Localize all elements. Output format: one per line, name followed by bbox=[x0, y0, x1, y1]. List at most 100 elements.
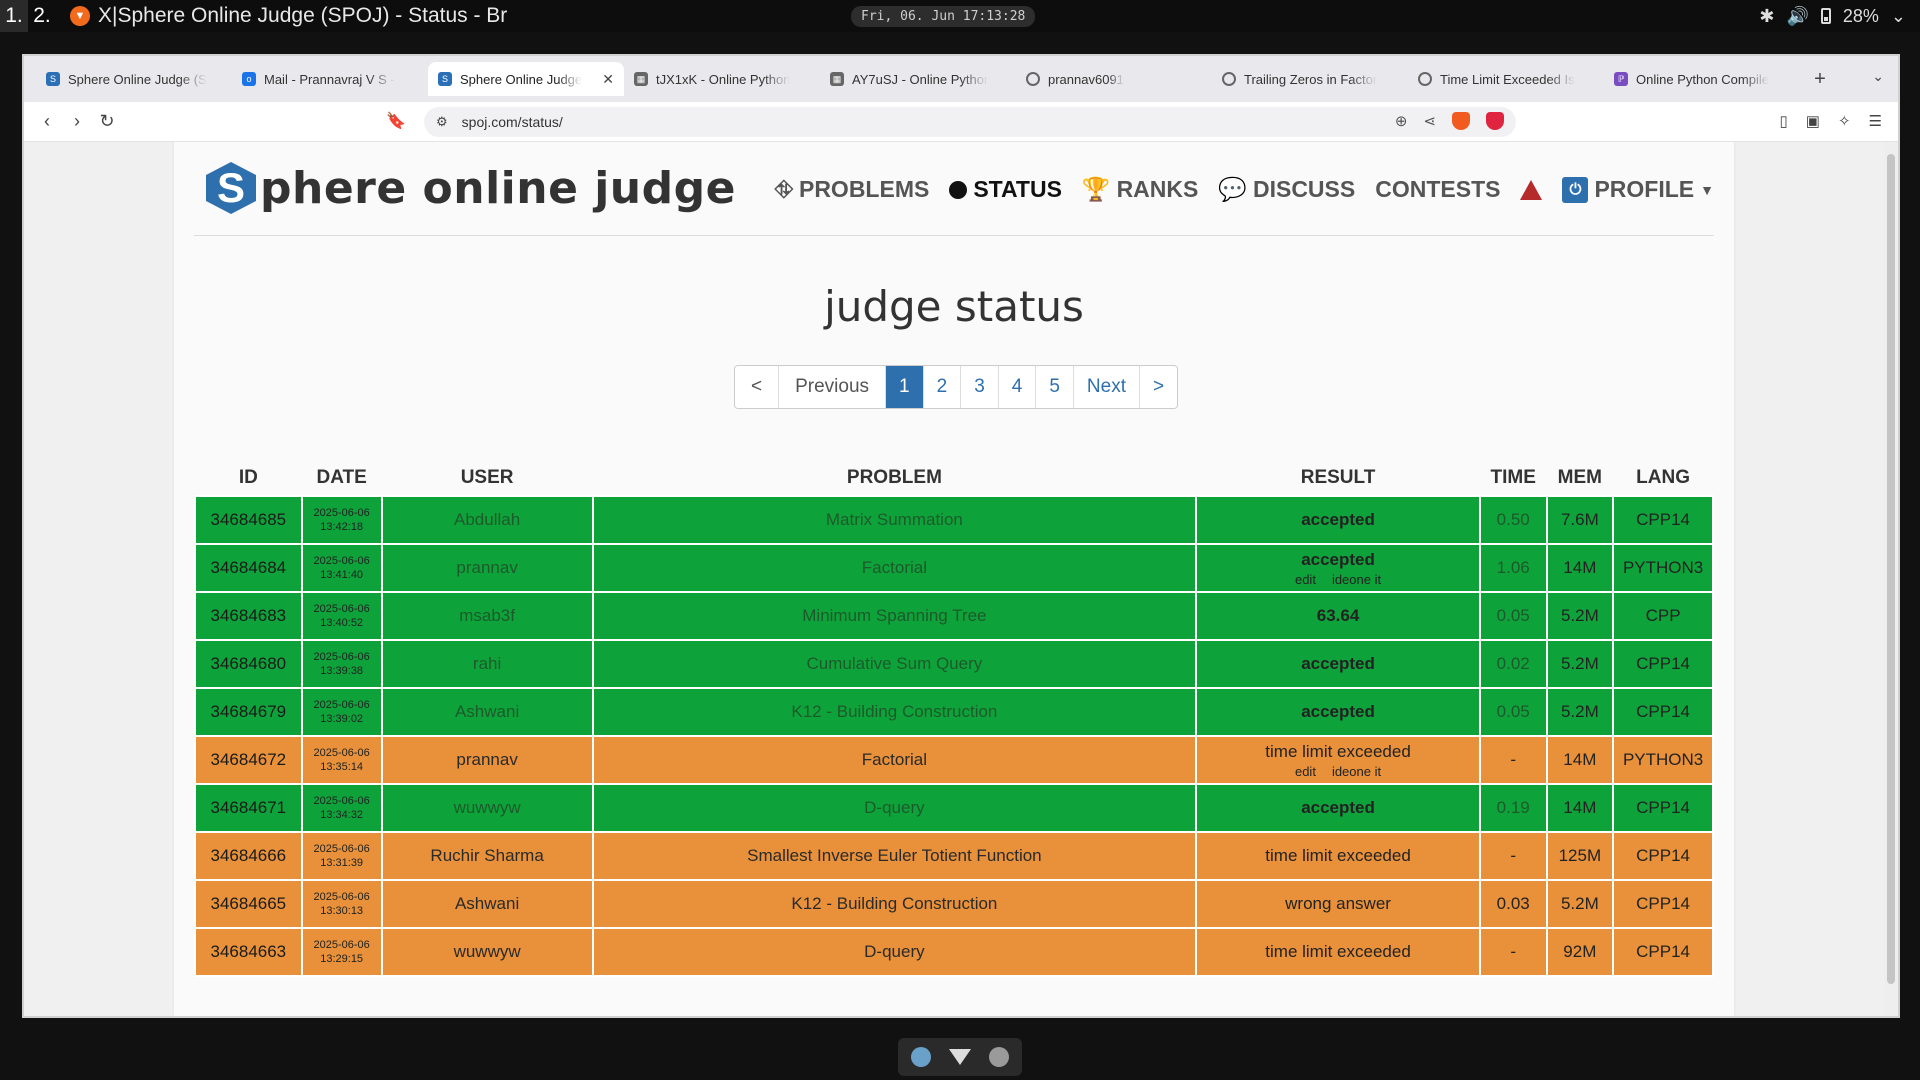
page-1[interactable]: 1 bbox=[886, 366, 924, 408]
settings-icon[interactable]: ✱ bbox=[1759, 6, 1774, 27]
forward-icon[interactable]: › bbox=[62, 107, 92, 137]
address-bar[interactable]: ⚙ spoj.com/status/ ⊕ ⋖ bbox=[424, 107, 1516, 137]
submission-user[interactable]: wuwwyw bbox=[380, 783, 594, 833]
nav-discuss[interactable]: 💬 DISCUSS bbox=[1218, 176, 1355, 203]
wallet-icon[interactable]: ▣ bbox=[1806, 112, 1820, 130]
circle-icon bbox=[949, 180, 968, 199]
submission-user[interactable]: Ashwani bbox=[380, 687, 594, 737]
submission-id[interactable]: 34684684 bbox=[194, 543, 303, 593]
submission-problem[interactable]: Factorial bbox=[591, 735, 1198, 785]
page-3[interactable]: 3 bbox=[961, 366, 999, 408]
tab-mail[interactable]: o Mail - Prannavraj V S - bbox=[232, 62, 428, 96]
nav-contests[interactable]: CONTESTS bbox=[1375, 176, 1500, 203]
edit-link[interactable]: edit bbox=[1295, 572, 1316, 587]
submission-id[interactable]: 34684679 bbox=[194, 687, 303, 737]
submission-problem[interactable]: D-query bbox=[591, 927, 1198, 977]
tab-list-chevron-icon[interactable]: ⌄ bbox=[1872, 68, 1884, 85]
close-icon[interactable]: ✕ bbox=[602, 71, 614, 88]
submission-result: time limit exceeded bbox=[1195, 831, 1481, 881]
submission-id[interactable]: 34684665 bbox=[194, 879, 303, 929]
submission-id[interactable]: 34684683 bbox=[194, 591, 303, 641]
page-last[interactable]: > bbox=[1140, 366, 1177, 408]
submission-id[interactable]: 34684685 bbox=[194, 495, 303, 545]
page-first[interactable]: < bbox=[735, 366, 780, 408]
submission-lang: CPP14 bbox=[1612, 687, 1714, 737]
result-text: wrong answer bbox=[1285, 894, 1391, 913]
nav-status[interactable]: STATUS bbox=[949, 176, 1062, 203]
ideone-link[interactable]: ideone it bbox=[1332, 572, 1381, 587]
page-2[interactable]: 2 bbox=[924, 366, 962, 408]
page-previous[interactable]: Previous bbox=[779, 366, 887, 408]
submission-date: 2025-06-06 13:42:18 bbox=[300, 495, 383, 545]
submission-id[interactable]: 34684663 bbox=[194, 927, 303, 977]
page-next[interactable]: Next bbox=[1074, 366, 1140, 408]
submission-problem[interactable]: D-query bbox=[591, 783, 1198, 833]
workspace-2[interactable]: 2. bbox=[28, 0, 56, 32]
submission-problem[interactable]: K12 - Building Construction bbox=[591, 687, 1198, 737]
volume-icon[interactable]: 🔊 bbox=[1786, 6, 1808, 27]
nav-problems[interactable]: ⛗ PROBLEMS bbox=[775, 176, 930, 203]
tab-ideone-1[interactable]: ▦ tJX1xK - Online Python bbox=[624, 62, 820, 96]
nav-ranks[interactable]: 🏆 RANKS bbox=[1082, 176, 1198, 203]
submission-user[interactable]: rahi bbox=[380, 639, 594, 689]
ideone-link[interactable]: ideone it bbox=[1332, 764, 1381, 779]
tab-label: Online Python Compile bbox=[1636, 71, 1769, 87]
page-4[interactable]: 4 bbox=[999, 366, 1037, 408]
share-icon[interactable]: ⋖ bbox=[1423, 112, 1436, 130]
date-day: 2025-06-06 bbox=[313, 939, 370, 951]
reload-icon[interactable]: ↻ bbox=[92, 107, 122, 137]
brave-rewards-icon[interactable] bbox=[1486, 112, 1504, 130]
submission-user[interactable]: prannav bbox=[380, 735, 594, 785]
status-table: ID DATE USER PROBLEM RESULT TIME MEM LAN… bbox=[194, 460, 1714, 977]
tab-trailing-zeros[interactable]: Trailing Zeros in Factor bbox=[1212, 62, 1408, 96]
tab-python-compiler[interactable]: ℙ Online Python Compile bbox=[1604, 62, 1800, 96]
submission-problem[interactable]: Matrix Summation bbox=[591, 495, 1198, 545]
back-icon[interactable]: ‹ bbox=[32, 107, 62, 137]
submission-problem[interactable]: Cumulative Sum Query bbox=[591, 639, 1198, 689]
sidebar-icon[interactable]: ▯ bbox=[1780, 112, 1788, 130]
submission-id[interactable]: 34684680 bbox=[194, 639, 303, 689]
scrollbar[interactable] bbox=[1884, 142, 1898, 1016]
tab-spoj-1[interactable]: S Sphere Online Judge (S bbox=[36, 62, 232, 96]
table-row: 34684680 2025-06-06 13:39:38 rahi Cumulative… bbox=[194, 639, 1714, 689]
nav-profile[interactable]: ⏻ PROFILE ▼ bbox=[1562, 176, 1714, 203]
submission-problem[interactable]: K12 - Building Construction bbox=[591, 879, 1198, 929]
scrollbar-thumb[interactable] bbox=[1887, 154, 1895, 984]
wifi-icon[interactable] bbox=[949, 1049, 971, 1065]
new-tab-button[interactable]: + bbox=[1806, 65, 1834, 93]
menu-icon[interactable]: ☰ bbox=[1869, 112, 1882, 130]
tab-tle[interactable]: Time Limit Exceeded Is bbox=[1408, 62, 1604, 96]
submission-problem[interactable]: Minimum Spanning Tree bbox=[591, 591, 1198, 641]
submission-id[interactable]: 34684671 bbox=[194, 783, 303, 833]
zoom-icon[interactable]: ⊕ bbox=[1395, 112, 1408, 130]
tab-profile[interactable]: prannav6091 bbox=[1016, 62, 1212, 96]
submission-problem[interactable]: Factorial bbox=[591, 543, 1198, 593]
submission-user[interactable]: wuwwyw bbox=[380, 927, 594, 977]
submission-user[interactable]: prannav bbox=[380, 543, 594, 593]
result-text: accepted bbox=[1301, 798, 1375, 817]
main-nav: ⛗ PROBLEMS STATUS 🏆 RANKS 💬 DISCUSS CONT… bbox=[775, 176, 1714, 203]
warning-icon[interactable] bbox=[1520, 179, 1543, 200]
page-5[interactable]: 5 bbox=[1036, 366, 1074, 408]
leo-ai-icon[interactable]: ✧ bbox=[1838, 112, 1851, 130]
edit-link[interactable]: edit bbox=[1295, 764, 1316, 779]
workspace-1[interactable]: 1. bbox=[0, 0, 28, 32]
bookmark-icon[interactable]: 🔖 bbox=[386, 111, 406, 131]
submission-id[interactable]: 34684672 bbox=[194, 735, 303, 785]
eject-icon[interactable] bbox=[911, 1047, 931, 1067]
submission-user[interactable]: Ashwani bbox=[380, 879, 594, 929]
tab-spoj-active[interactable]: S Sphere Online Judge ✕ bbox=[428, 62, 624, 96]
submission-result: time limit exceeded edit ideone it bbox=[1195, 735, 1481, 785]
site-info-icon[interactable]: ⚙ bbox=[436, 114, 448, 130]
submission-problem[interactable]: Smallest Inverse Euler Totient Function bbox=[591, 831, 1198, 881]
brave-shields-icon[interactable] bbox=[1452, 112, 1470, 130]
submission-user[interactable]: msab3f bbox=[380, 591, 594, 641]
spoj-logo[interactable]: S phere online judge bbox=[206, 162, 736, 214]
submission-user[interactable]: Ruchir Sharma bbox=[380, 831, 594, 881]
chevron-down-icon[interactable]: ⌄ bbox=[1891, 6, 1906, 27]
address-bar-icons: ⊕ ⋖ bbox=[1395, 112, 1504, 130]
whatsapp-icon[interactable] bbox=[989, 1047, 1009, 1067]
submission-id[interactable]: 34684666 bbox=[194, 831, 303, 881]
submission-user[interactable]: Abdullah bbox=[380, 495, 594, 545]
tab-ideone-2[interactable]: ▦ AY7uSJ - Online Pythor bbox=[820, 62, 1016, 96]
